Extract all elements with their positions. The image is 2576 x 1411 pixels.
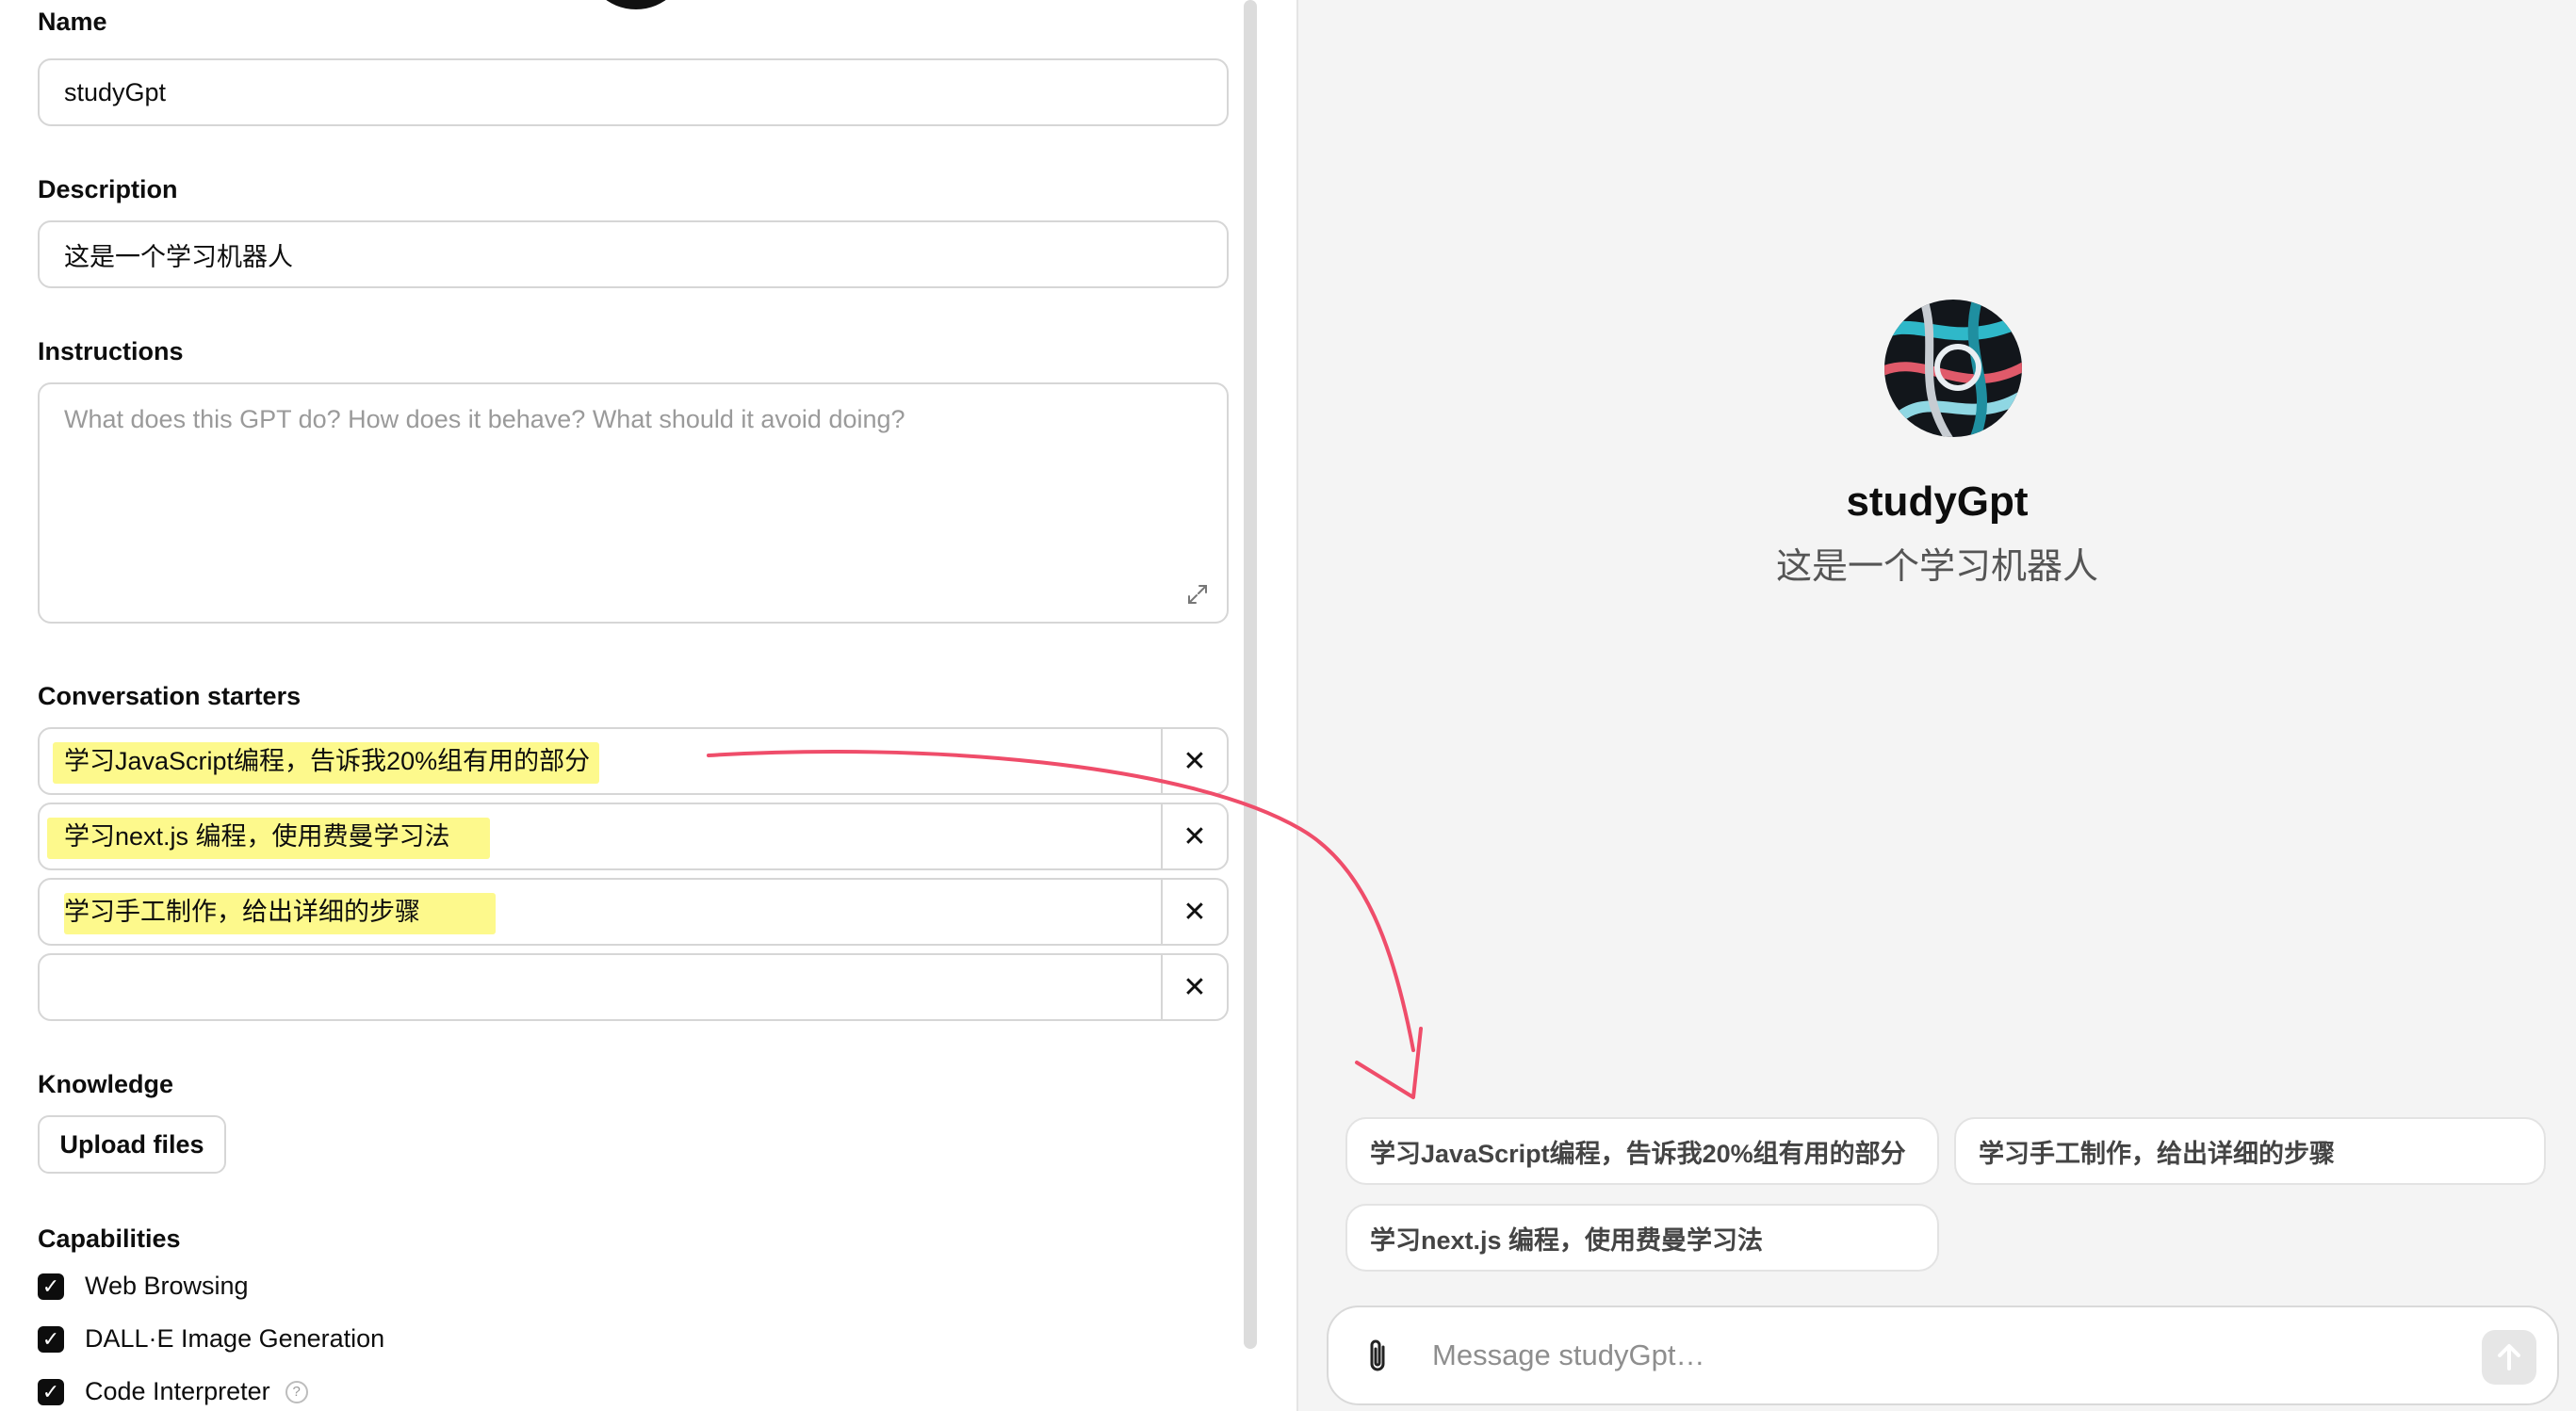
capability-label: Web Browsing <box>85 1272 249 1300</box>
capabilities-label: Capabilities <box>38 1224 181 1253</box>
starter-chip-2[interactable]: 学习手工制作，给出详细的步骤 <box>1954 1117 2546 1185</box>
starter-chip-1[interactable]: 学习JavaScript编程，告诉我20%组有用的部分 <box>1345 1117 1939 1185</box>
remove-starter-2-button[interactable]: ✕ <box>1161 804 1227 868</box>
starter-row-2: 学习next.js 编程，使用费曼学习法 ✕ <box>38 803 1229 870</box>
send-button[interactable] <box>2482 1330 2536 1385</box>
description-input[interactable]: 这是一个学习机器人 <box>38 220 1229 288</box>
name-input[interactable]: studyGpt <box>38 58 1229 126</box>
starter-input-3[interactable]: 学习手工制作，给出详细的步骤 <box>64 880 420 944</box>
name-label: Name <box>38 8 107 36</box>
conversation-starters-label: Conversation starters <box>38 682 302 710</box>
starter-chip-3[interactable]: 学习next.js 编程，使用费曼学习法 <box>1345 1204 1939 1272</box>
remove-starter-3-button[interactable]: ✕ <box>1161 880 1227 944</box>
paperclip-icon[interactable] <box>1364 1338 1393 1375</box>
description-label: Description <box>38 175 178 203</box>
message-input[interactable]: Message studyGpt… <box>1432 1307 1704 1403</box>
check-icon[interactable]: ✓ <box>38 1273 64 1300</box>
capability-label: DALL·E Image Generation <box>85 1324 385 1353</box>
gpt-description: 这是一个学习机器人 <box>1775 547 2098 587</box>
instructions-textarea[interactable]: What does this GPT do? How does it behav… <box>38 382 1229 624</box>
gpt-avatar <box>1884 300 2022 437</box>
remove-starter-4-button[interactable]: ✕ <box>1161 955 1227 1019</box>
knowledge-label: Knowledge <box>38 1070 174 1098</box>
close-icon: ✕ <box>1182 971 1207 1003</box>
capability-label: Code Interpreter <box>85 1377 270 1405</box>
gpt-editor-panel: Name studyGpt Description 这是一个学习机器人 Inst… <box>0 0 1296 1411</box>
starter-row-3: 学习手工制作，给出详细的步骤 ✕ <box>38 878 1229 946</box>
instructions-placeholder: What does this GPT do? How does it behav… <box>64 405 905 433</box>
remove-starter-1-button[interactable]: ✕ <box>1161 729 1227 793</box>
starter-input-2[interactable]: 学习next.js 编程，使用费曼学习法 <box>64 804 450 868</box>
starter-input-1[interactable]: 学习JavaScript编程，告诉我20%组有用的部分 <box>64 729 590 793</box>
gpt-name: studyGpt <box>1846 478 2029 525</box>
editor-scrollbar[interactable] <box>1244 0 1257 1349</box>
close-icon: ✕ <box>1182 896 1207 928</box>
help-icon[interactable]: ? <box>285 1380 308 1403</box>
instructions-label: Instructions <box>38 337 184 365</box>
expand-icon[interactable] <box>1185 582 1210 607</box>
gpt-preview-panel: studyGpt 这是一个学习机器人 学习JavaScript编程，告诉我20%… <box>1298 0 2576 1411</box>
upload-files-button[interactable]: Upload files <box>38 1115 226 1174</box>
capability-web-browsing[interactable]: ✓ Web Browsing <box>38 1272 249 1301</box>
check-icon[interactable]: ✓ <box>38 1378 64 1405</box>
starter-row-4: ✕ <box>38 953 1229 1021</box>
message-composer[interactable]: Message studyGpt… <box>1327 1306 2559 1405</box>
gpt-avatar-edit[interactable] <box>584 0 688 9</box>
close-icon: ✕ <box>1182 745 1207 777</box>
capability-dalle[interactable]: ✓ DALL·E Image Generation <box>38 1324 384 1354</box>
send-arrow-icon <box>2498 1344 2520 1370</box>
close-icon: ✕ <box>1182 820 1207 852</box>
capability-code-interpreter[interactable]: ✓ Code Interpreter ? <box>38 1377 308 1406</box>
starter-row-1: 学习JavaScript编程，告诉我20%组有用的部分 ✕ <box>38 727 1229 795</box>
check-icon[interactable]: ✓ <box>38 1325 64 1353</box>
